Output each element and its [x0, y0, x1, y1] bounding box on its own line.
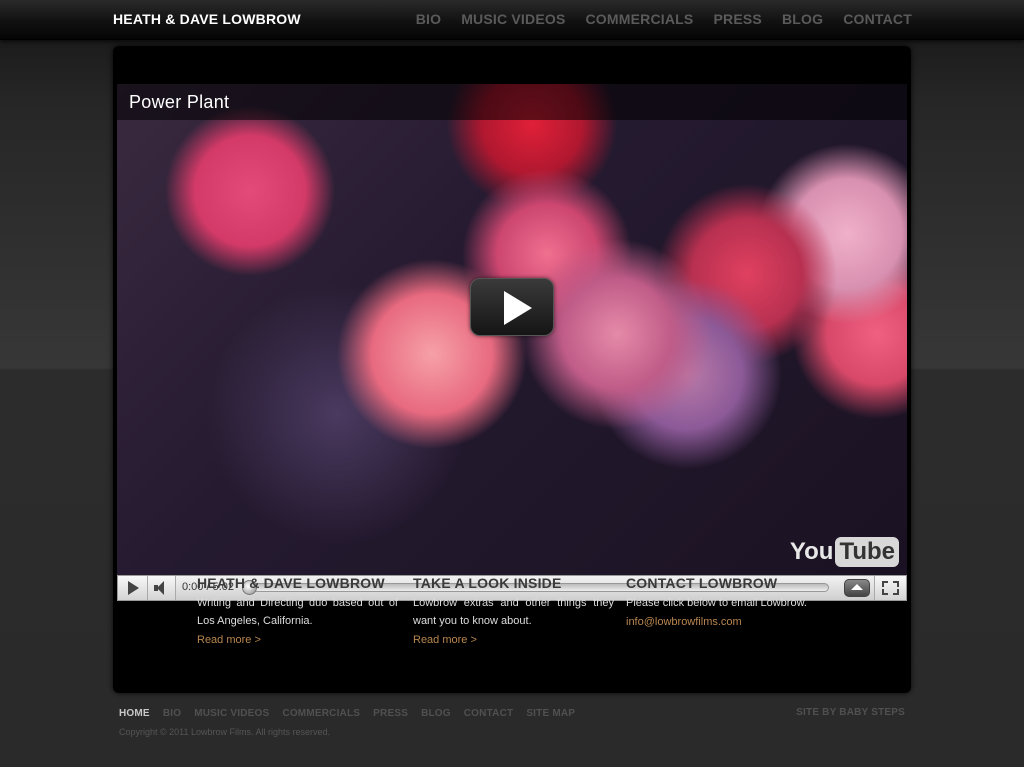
read-more-link[interactable]: Read more >	[197, 631, 261, 649]
footer-nav-blog[interactable]: BLOG	[421, 708, 451, 719]
site-credit-link[interactable]: SITE BY BABY STEPS	[796, 707, 905, 718]
youtube-logo[interactable]: You Tube	[790, 537, 899, 567]
nav-blog[interactable]: BLOG	[782, 11, 823, 27]
footer-nav-press[interactable]: PRESS	[373, 708, 408, 719]
volume-icon[interactable]	[148, 576, 176, 600]
youtube-logo-tube: Tube	[835, 537, 899, 567]
column-heading: HEATH & DAVE LOWBROW	[197, 575, 385, 591]
copyright: Copyright © 2011 Lowbrow Films. All righ…	[119, 727, 331, 737]
video-title[interactable]: Power Plant	[129, 92, 229, 113]
column-heading: CONTACT LOWBROW	[626, 575, 778, 591]
youtube-logo-you: You	[789, 538, 834, 565]
play-big-icon[interactable]	[470, 278, 554, 336]
read-more-link[interactable]: Read more >	[413, 631, 477, 649]
fullscreen-icon[interactable]	[874, 576, 906, 600]
site-logo[interactable]: HEATH & DAVE LOWBROW	[113, 11, 301, 27]
top-bar: HEATH & DAVE LOWBROW BIO MUSIC VIDEOS CO…	[0, 0, 1024, 40]
footer-nav-bio[interactable]: BIO	[163, 708, 181, 719]
nav-press[interactable]: PRESS	[713, 11, 761, 27]
email-link[interactable]: info@lowbrowfilms.com	[626, 613, 742, 631]
footer-nav-site-map[interactable]: SITE MAP	[526, 708, 575, 719]
column-heading: TAKE A LOOK INSIDE	[413, 575, 562, 591]
nav-contact[interactable]: CONTACT	[843, 11, 912, 27]
footer-nav: HOME BIO MUSIC VIDEOS COMMERCIALS PRESS …	[119, 708, 575, 719]
footer-nav-commercials[interactable]: COMMERCIALS	[282, 708, 360, 719]
nav-music-videos[interactable]: MUSIC VIDEOS	[461, 11, 565, 27]
footer-nav-music-videos[interactable]: MUSIC VIDEOS	[194, 708, 269, 719]
footer-nav-contact[interactable]: CONTACT	[464, 708, 514, 719]
nav-bio[interactable]: BIO	[416, 11, 442, 27]
info-column-contact: CONTACT LOWBROW Please click below to em…	[626, 575, 827, 631]
expand-up-icon[interactable]	[844, 579, 870, 597]
footer-nav-home[interactable]: HOME	[119, 708, 150, 719]
info-column-inside: TAKE A LOOK INSIDE Lowbrow extras and ot…	[413, 575, 614, 649]
column-text: Please click below to email Lowbrow.	[626, 597, 807, 609]
main-nav: BIO MUSIC VIDEOS COMMERCIALS PRESS BLOG …	[416, 11, 912, 27]
column-text: Lowbrow extras and other things they wan…	[413, 597, 614, 627]
main-panel: Power Plant You Tube 0:00 / 5:02 HEATH &…	[113, 46, 911, 693]
nav-commercials[interactable]: COMMERCIALS	[586, 11, 694, 27]
column-text: Writing and Directing duo based out of L…	[197, 597, 398, 627]
video-title-bar: Power Plant	[117, 84, 907, 120]
info-column-bio: HEATH & DAVE LOWBROW Writing and Directi…	[197, 575, 398, 649]
play-icon[interactable]	[118, 576, 148, 600]
video-player[interactable]: Power Plant You Tube	[117, 84, 907, 575]
